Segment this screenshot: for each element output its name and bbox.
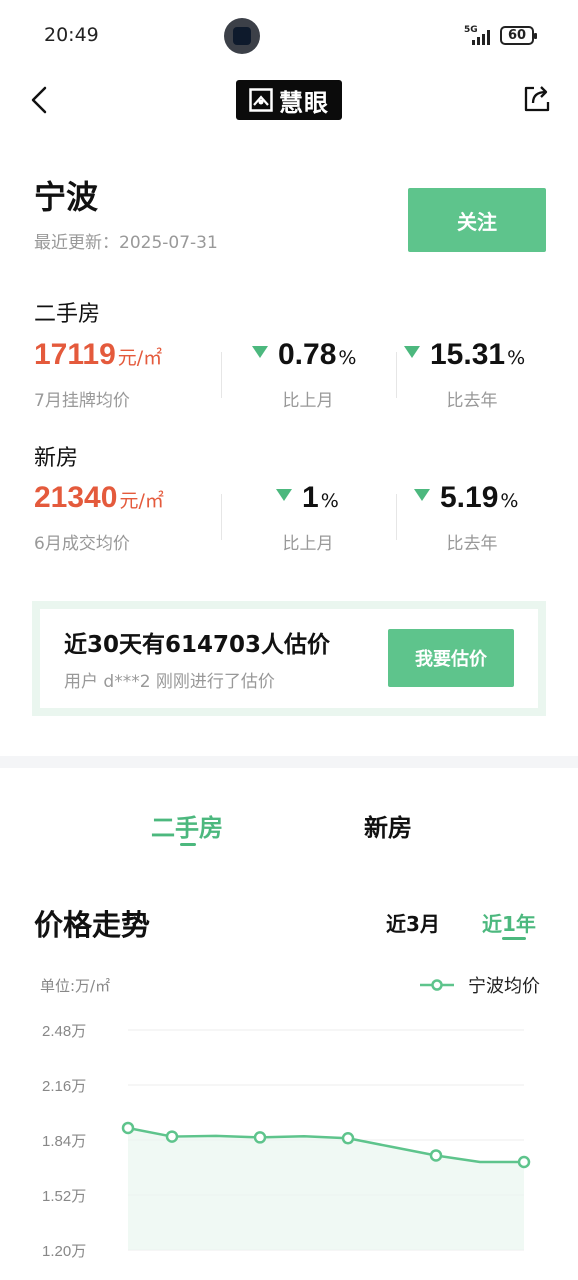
new-house-label: 新房 bbox=[34, 446, 79, 471]
logo-text: 慧眼 bbox=[279, 88, 329, 117]
second-hand-price-unit: 元/㎡ bbox=[117, 347, 163, 369]
data-point bbox=[253, 1131, 267, 1144]
second-hand-label: 二手房 bbox=[34, 302, 101, 327]
second-hand-yoy-unit: % bbox=[507, 347, 526, 369]
new-house-yoy-unit: % bbox=[500, 490, 519, 512]
chart-legend: 宁波均价 bbox=[420, 972, 540, 998]
y-tick-label: 1.20万 bbox=[42, 1243, 86, 1260]
new-house-mom-value: 1 bbox=[302, 481, 319, 514]
divider bbox=[396, 352, 397, 398]
share-button[interactable] bbox=[520, 82, 554, 116]
second-hand-caption: 7月挂牌均价 bbox=[34, 391, 130, 411]
data-point bbox=[165, 1130, 179, 1143]
last-update: 最近更新：2025-07-31 bbox=[34, 228, 218, 253]
city-name: 宁波 bbox=[34, 178, 99, 216]
new-house-yoy: 5.19 % bbox=[414, 481, 518, 515]
tab-new-house[interactable]: 新房 bbox=[364, 808, 412, 843]
battery-icon: 60 bbox=[500, 26, 537, 45]
legend-line-icon bbox=[420, 979, 454, 991]
down-arrow-icon bbox=[276, 489, 292, 501]
top-nav: 慧眼 bbox=[0, 70, 578, 132]
y-tick-label: 1.84万 bbox=[42, 1133, 86, 1150]
signal-icon bbox=[472, 27, 494, 45]
second-hand-mom: 0.78 % bbox=[252, 338, 356, 372]
chevron-left-icon bbox=[31, 86, 47, 114]
trend-title: 价格走势 bbox=[34, 908, 151, 942]
new-house-price-unit: 元/㎡ bbox=[119, 490, 164, 512]
data-point bbox=[429, 1149, 443, 1162]
second-hand-price-value: 17119 bbox=[34, 338, 116, 371]
status-time: 20:49 bbox=[44, 24, 99, 46]
second-hand-yoy-caption: 比去年 bbox=[446, 391, 498, 411]
new-house-yoy-value: 5.19 bbox=[440, 481, 499, 514]
chart-unit-label: 单位:万/㎡ bbox=[40, 977, 111, 995]
estimate-banner: 近30天有614703人估价 用户 d***2 刚刚进行了估价 我要估价 bbox=[32, 601, 546, 716]
series-area bbox=[128, 1127, 524, 1250]
data-point bbox=[121, 1121, 135, 1135]
second-hand-yoy: 15.31 % bbox=[404, 338, 525, 372]
second-hand-mom-caption: 比上月 bbox=[282, 391, 334, 411]
y-tick-label: 1.52万 bbox=[42, 1188, 86, 1205]
share-icon bbox=[524, 86, 550, 112]
app-logo: 慧眼 bbox=[236, 80, 342, 120]
data-point bbox=[517, 1155, 531, 1169]
legend-label: 宁波均价 bbox=[468, 976, 540, 997]
notification-app-icon bbox=[224, 18, 260, 54]
back-button[interactable] bbox=[24, 84, 56, 116]
estimate-button[interactable]: 我要估价 bbox=[388, 629, 514, 687]
range-3-months[interactable]: 近3月 bbox=[386, 908, 440, 937]
new-house-mom: 1 % bbox=[276, 481, 339, 515]
follow-button[interactable]: 关注 bbox=[408, 188, 546, 252]
second-hand-yoy-value: 15.31 bbox=[430, 338, 506, 371]
update-date: 2025-07-31 bbox=[119, 233, 218, 253]
estimate-title: 近30天有614703人估价 bbox=[64, 632, 331, 658]
new-house-mom-caption: 比上月 bbox=[282, 534, 334, 554]
divider bbox=[221, 494, 222, 540]
range-1-year[interactable]: 近1年 bbox=[482, 908, 536, 937]
estimate-subtitle: 用户 d***2 刚刚进行了估价 bbox=[64, 672, 275, 692]
y-tick-label: 2.48万 bbox=[42, 1023, 86, 1040]
data-point bbox=[341, 1132, 355, 1145]
divider bbox=[221, 352, 222, 398]
new-house-mom-unit: % bbox=[320, 490, 339, 512]
divider bbox=[396, 494, 397, 540]
down-arrow-icon bbox=[404, 346, 420, 358]
status-bar: 20:49 5G 60 bbox=[0, 0, 578, 70]
new-house-yoy-caption: 比去年 bbox=[446, 534, 498, 554]
city-info-card: 宁波 最近更新：2025-07-31 关注 二手房 17119 元/㎡ 7月挂牌… bbox=[0, 132, 578, 756]
y-tick-label: 2.16万 bbox=[42, 1078, 86, 1095]
tab-second-hand[interactable]: 二手房 bbox=[151, 808, 223, 843]
down-arrow-icon bbox=[414, 489, 430, 501]
active-tab-indicator bbox=[180, 843, 196, 846]
second-hand-mom-unit: % bbox=[338, 347, 357, 369]
logo-mark-icon bbox=[249, 88, 273, 112]
down-arrow-icon bbox=[252, 346, 268, 358]
active-range-indicator bbox=[502, 937, 526, 940]
new-house-caption: 6月成交均价 bbox=[34, 534, 130, 554]
second-hand-price: 17119 元/㎡ bbox=[34, 338, 162, 372]
price-trend-chart: 2.48万 2.16万 1.84万 1.52万 1.20万 bbox=[42, 1023, 531, 1260]
new-house-price: 21340 元/㎡ bbox=[34, 481, 164, 515]
second-hand-mom-value: 0.78 bbox=[278, 338, 337, 371]
new-house-price-value: 21340 bbox=[34, 481, 118, 514]
update-label: 最近更新： bbox=[34, 233, 119, 253]
price-trend-card: 二手房 新房 价格走势 近3月 近1年 单位:万/㎡ 宁波均价 2.48万 2.1… bbox=[0, 768, 578, 1280]
